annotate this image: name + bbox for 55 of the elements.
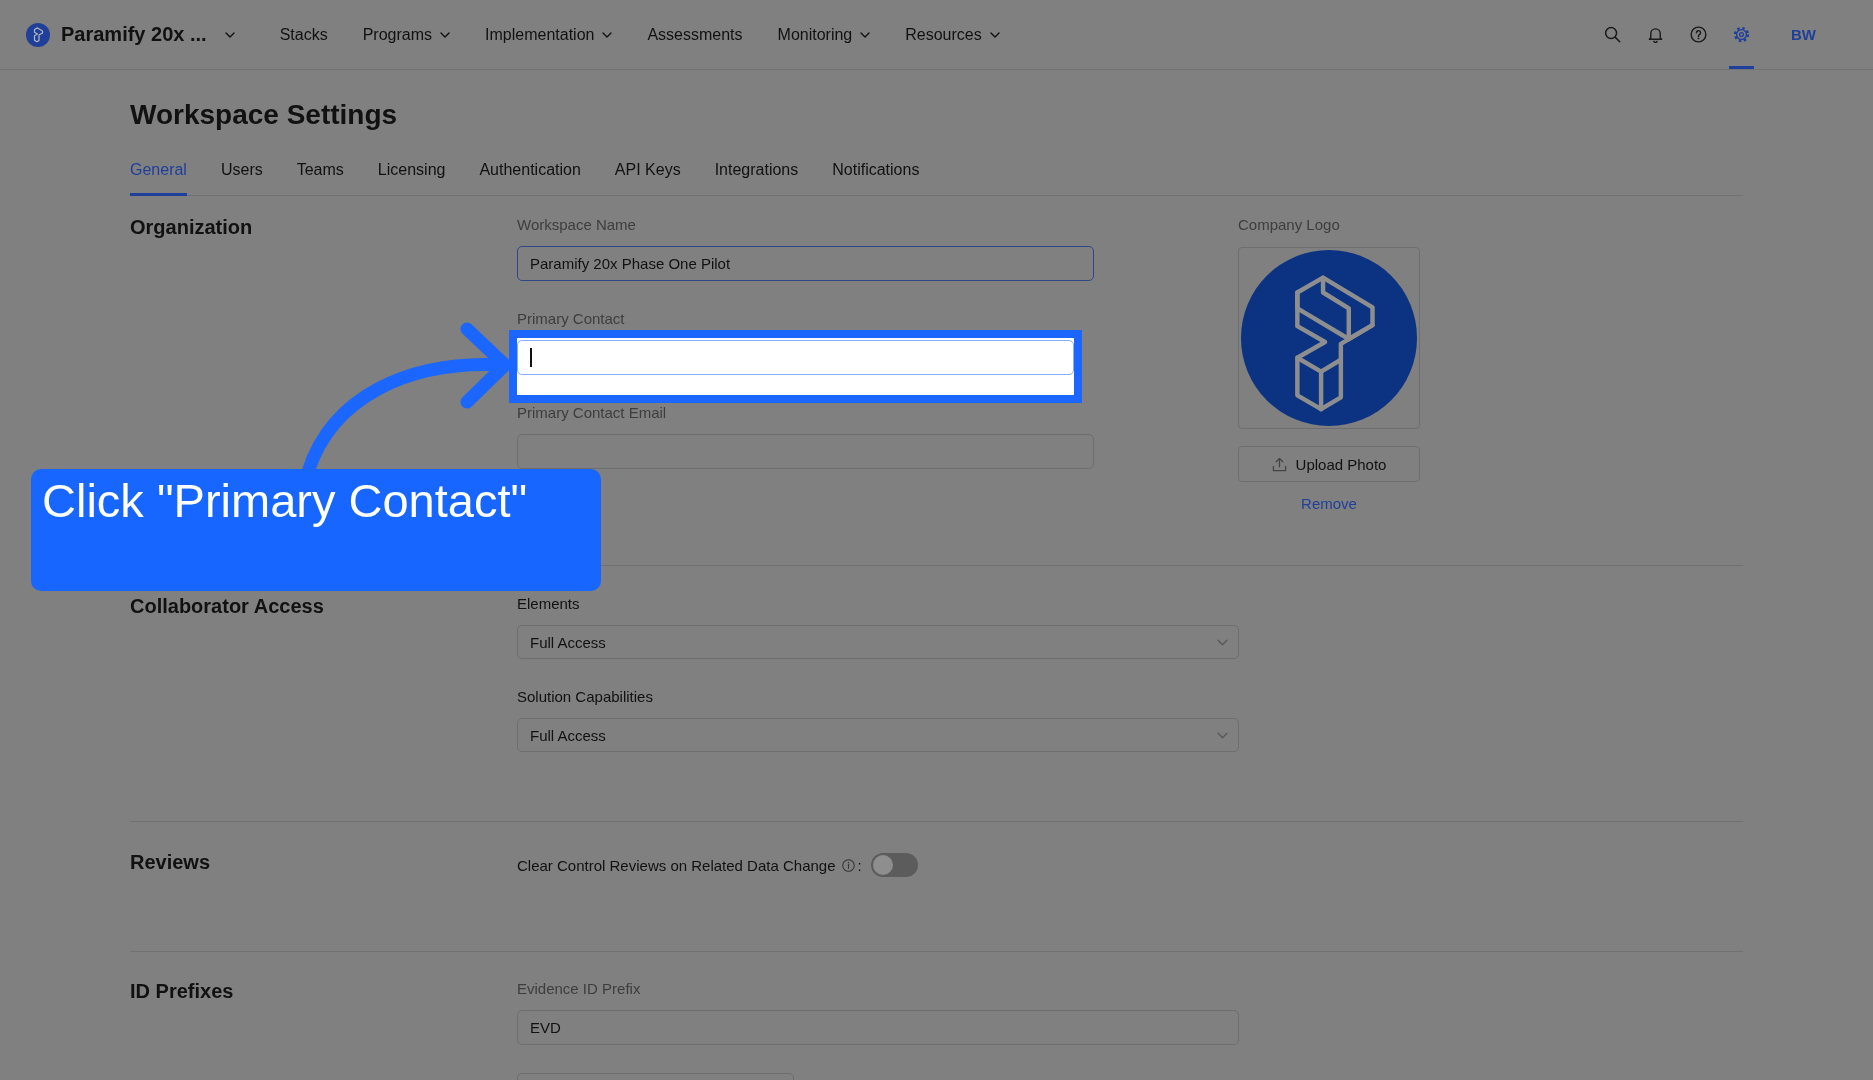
remove-link[interactable]: Remove: [1301, 494, 1357, 514]
field-label: Workspace Name: [517, 215, 636, 235]
settings-tab[interactable]: Notifications: [832, 160, 920, 196]
field-label: Primary Contact: [517, 309, 625, 329]
chevron-down-icon: [989, 31, 1000, 38]
field-label: Solution Capabilities: [517, 687, 653, 707]
workspace-menu-button[interactable]: [224, 31, 235, 38]
section-heading: ID Prefixes: [130, 979, 234, 1003]
help-icon: [1690, 26, 1707, 43]
chevron-down-icon: [602, 31, 613, 38]
search-icon: [1604, 26, 1621, 43]
nav-menu-item[interactable]: Resources: [905, 25, 1000, 44]
select-dropdown[interactable]: Full Access: [517, 718, 1239, 752]
text-input[interactable]: [517, 340, 1074, 375]
field-label: Evidence ID Prefix: [517, 979, 641, 999]
settings-tab[interactable]: Integrations: [714, 160, 799, 196]
settings-tab[interactable]: Teams: [296, 160, 344, 196]
nav-menu-item[interactable]: Stacks: [279, 25, 328, 44]
text-input[interactable]: [517, 434, 1094, 469]
workspace-name[interactable]: Paramify 20x ...: [61, 23, 207, 46]
section-heading: Collaborator Access: [130, 594, 324, 618]
select-dropdown[interactable]: Full Access: [517, 625, 1239, 659]
toggle-label: Clear Control Reviews on Related Data Change: [517, 856, 836, 874]
field-label: Company Logo: [1238, 215, 1340, 235]
logo-icon: [26, 22, 50, 47]
toggle-switch[interactable]: [870, 853, 918, 877]
chevron-down-icon: [860, 31, 871, 38]
bell-icon: [1647, 26, 1664, 43]
chevron-down-icon: [1217, 731, 1228, 739]
upload-photo-button[interactable]: Upload Photo: [1238, 446, 1420, 482]
settings-tab[interactable]: API Keys: [614, 160, 681, 196]
nav-menu-item[interactable]: Programs: [362, 25, 451, 44]
chevron-down-icon: [440, 31, 451, 38]
page-title: Workspace Settings: [130, 98, 399, 132]
text-input[interactable]: Paramify 20x Phase One Pilot: [517, 246, 1094, 281]
colon-text: :: [857, 856, 862, 874]
nav-menu-item[interactable]: Implementation: [485, 25, 613, 44]
settings-tab[interactable]: Users: [220, 160, 263, 196]
chevron-down-icon: [1217, 638, 1228, 646]
nav-menu-item[interactable]: Monitoring: [777, 25, 871, 44]
field-label: Primary Contact Email: [517, 403, 667, 423]
section-heading: Organization: [130, 215, 253, 239]
upload-icon: [1271, 456, 1287, 472]
settings-tab[interactable]: Authentication: [479, 160, 581, 196]
settings-icon: [1733, 26, 1750, 43]
section-heading: Reviews: [130, 850, 211, 874]
settings-tab[interactable]: Licensing: [377, 160, 446, 196]
text-cursor-icon: [530, 348, 532, 367]
info-icon[interactable]: [841, 858, 855, 872]
settings-tab[interactable]: General: [130, 160, 187, 196]
nav-menu-item[interactable]: Assessments: [647, 25, 743, 44]
callout-text: Click "Primary Contact": [42, 474, 528, 528]
field-label: Elements: [517, 594, 580, 614]
chevron-down-icon: [224, 31, 235, 38]
text-input[interactable]: EVD: [517, 1010, 1239, 1045]
